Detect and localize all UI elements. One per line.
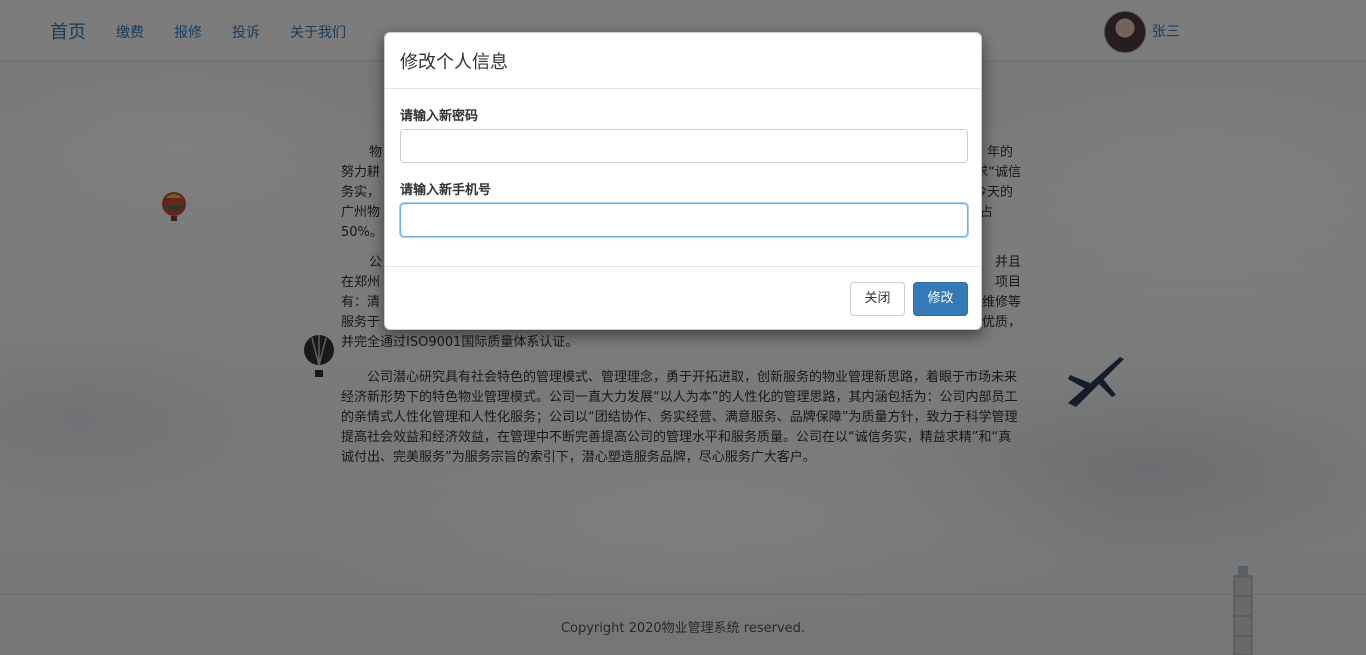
phone-label: 请输入新手机号 xyxy=(400,183,492,198)
close-button[interactable]: 关闭 xyxy=(850,282,905,316)
password-label: 请输入新密码 xyxy=(400,109,479,124)
modal-title: 修改个人信息 xyxy=(400,52,508,73)
new-password-input[interactable] xyxy=(400,129,968,163)
edit-profile-modal: 修改个人信息 请输入新密码 请输入新手机号 关闭 修改 xyxy=(384,32,982,330)
new-phone-input[interactable] xyxy=(400,203,968,237)
modal-footer-divider xyxy=(385,266,981,267)
modal-header: 修改个人信息 xyxy=(385,33,981,89)
submit-button[interactable]: 修改 xyxy=(913,282,968,316)
